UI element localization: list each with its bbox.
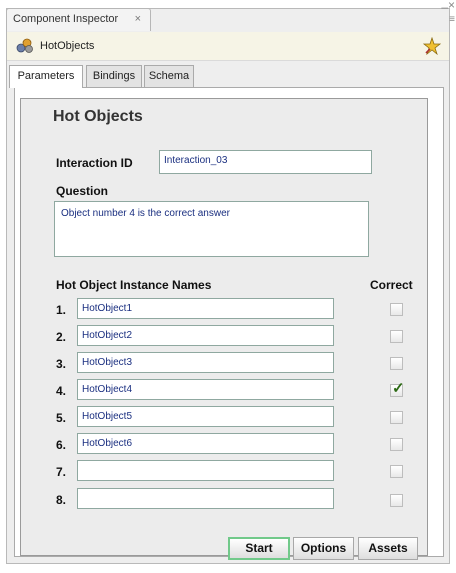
correct-checkbox-6[interactable]: [390, 438, 403, 451]
correct-checkbox-1[interactable]: [390, 303, 403, 316]
tab-schema[interactable]: Schema: [144, 65, 194, 87]
interaction-id-field[interactable]: Interaction_03: [159, 150, 372, 174]
tab-bindings[interactable]: Bindings: [86, 65, 142, 87]
instance-name-input-7[interactable]: [77, 460, 334, 481]
panel-tab-title: Component Inspector: [13, 13, 119, 25]
correct-header: Correct: [370, 278, 413, 292]
question-textarea[interactable]: Object number 4 is the correct answer: [54, 201, 369, 257]
correct-checkbox-3[interactable]: [390, 357, 403, 370]
instance-name-input-8[interactable]: [77, 488, 334, 509]
row-number: 5.: [56, 411, 67, 425]
close-icon[interactable]: ×: [448, 0, 455, 12]
instance-name-input-2[interactable]: HotObject2: [77, 325, 334, 346]
options-button[interactable]: Options: [293, 537, 354, 560]
panel-menu-icon[interactable]: ≡: [449, 14, 455, 25]
start-button[interactable]: Start: [228, 537, 290, 560]
correct-checkbox-8[interactable]: [390, 494, 403, 507]
page-title: Hot Objects: [53, 108, 143, 125]
instance-name-input-5[interactable]: HotObject5: [77, 406, 334, 427]
interaction-id-label: Interaction ID: [56, 156, 133, 170]
instance-name-input-3[interactable]: HotObject3: [77, 352, 334, 373]
assets-button[interactable]: Assets: [358, 537, 418, 560]
pin-icon[interactable]: [423, 37, 441, 55]
row-number: 6.: [56, 438, 67, 452]
row-number: 4.: [56, 384, 67, 398]
correct-checkbox-7[interactable]: [390, 465, 403, 478]
row-number: 1.: [56, 303, 67, 317]
row-number: 2.: [56, 330, 67, 344]
row-number: 8.: [56, 493, 67, 507]
instances-header: Hot Object Instance Names: [56, 278, 212, 292]
instance-name-input-6[interactable]: HotObject6: [77, 433, 334, 454]
correct-checkbox-4[interactable]: [390, 379, 405, 397]
correct-checkbox-2[interactable]: [390, 330, 403, 343]
component-name: HotObjects: [40, 40, 95, 52]
row-number: 3.: [56, 357, 67, 371]
hot-objects-component-icon: [16, 38, 33, 53]
panel-tab[interactable]: Component Inspector ×: [6, 8, 151, 31]
instance-name-input-1[interactable]: HotObject1: [77, 298, 334, 319]
instance-name-input-4[interactable]: HotObject4: [77, 379, 334, 400]
row-number: 7.: [56, 465, 67, 479]
component-header: HotObjects: [7, 32, 449, 61]
question-label: Question: [56, 184, 109, 198]
tab-parameters[interactable]: Parameters: [9, 65, 83, 88]
close-icon[interactable]: ×: [135, 9, 141, 30]
correct-checkbox-5[interactable]: [390, 411, 403, 424]
minimize-icon[interactable]: –: [441, 0, 448, 14]
